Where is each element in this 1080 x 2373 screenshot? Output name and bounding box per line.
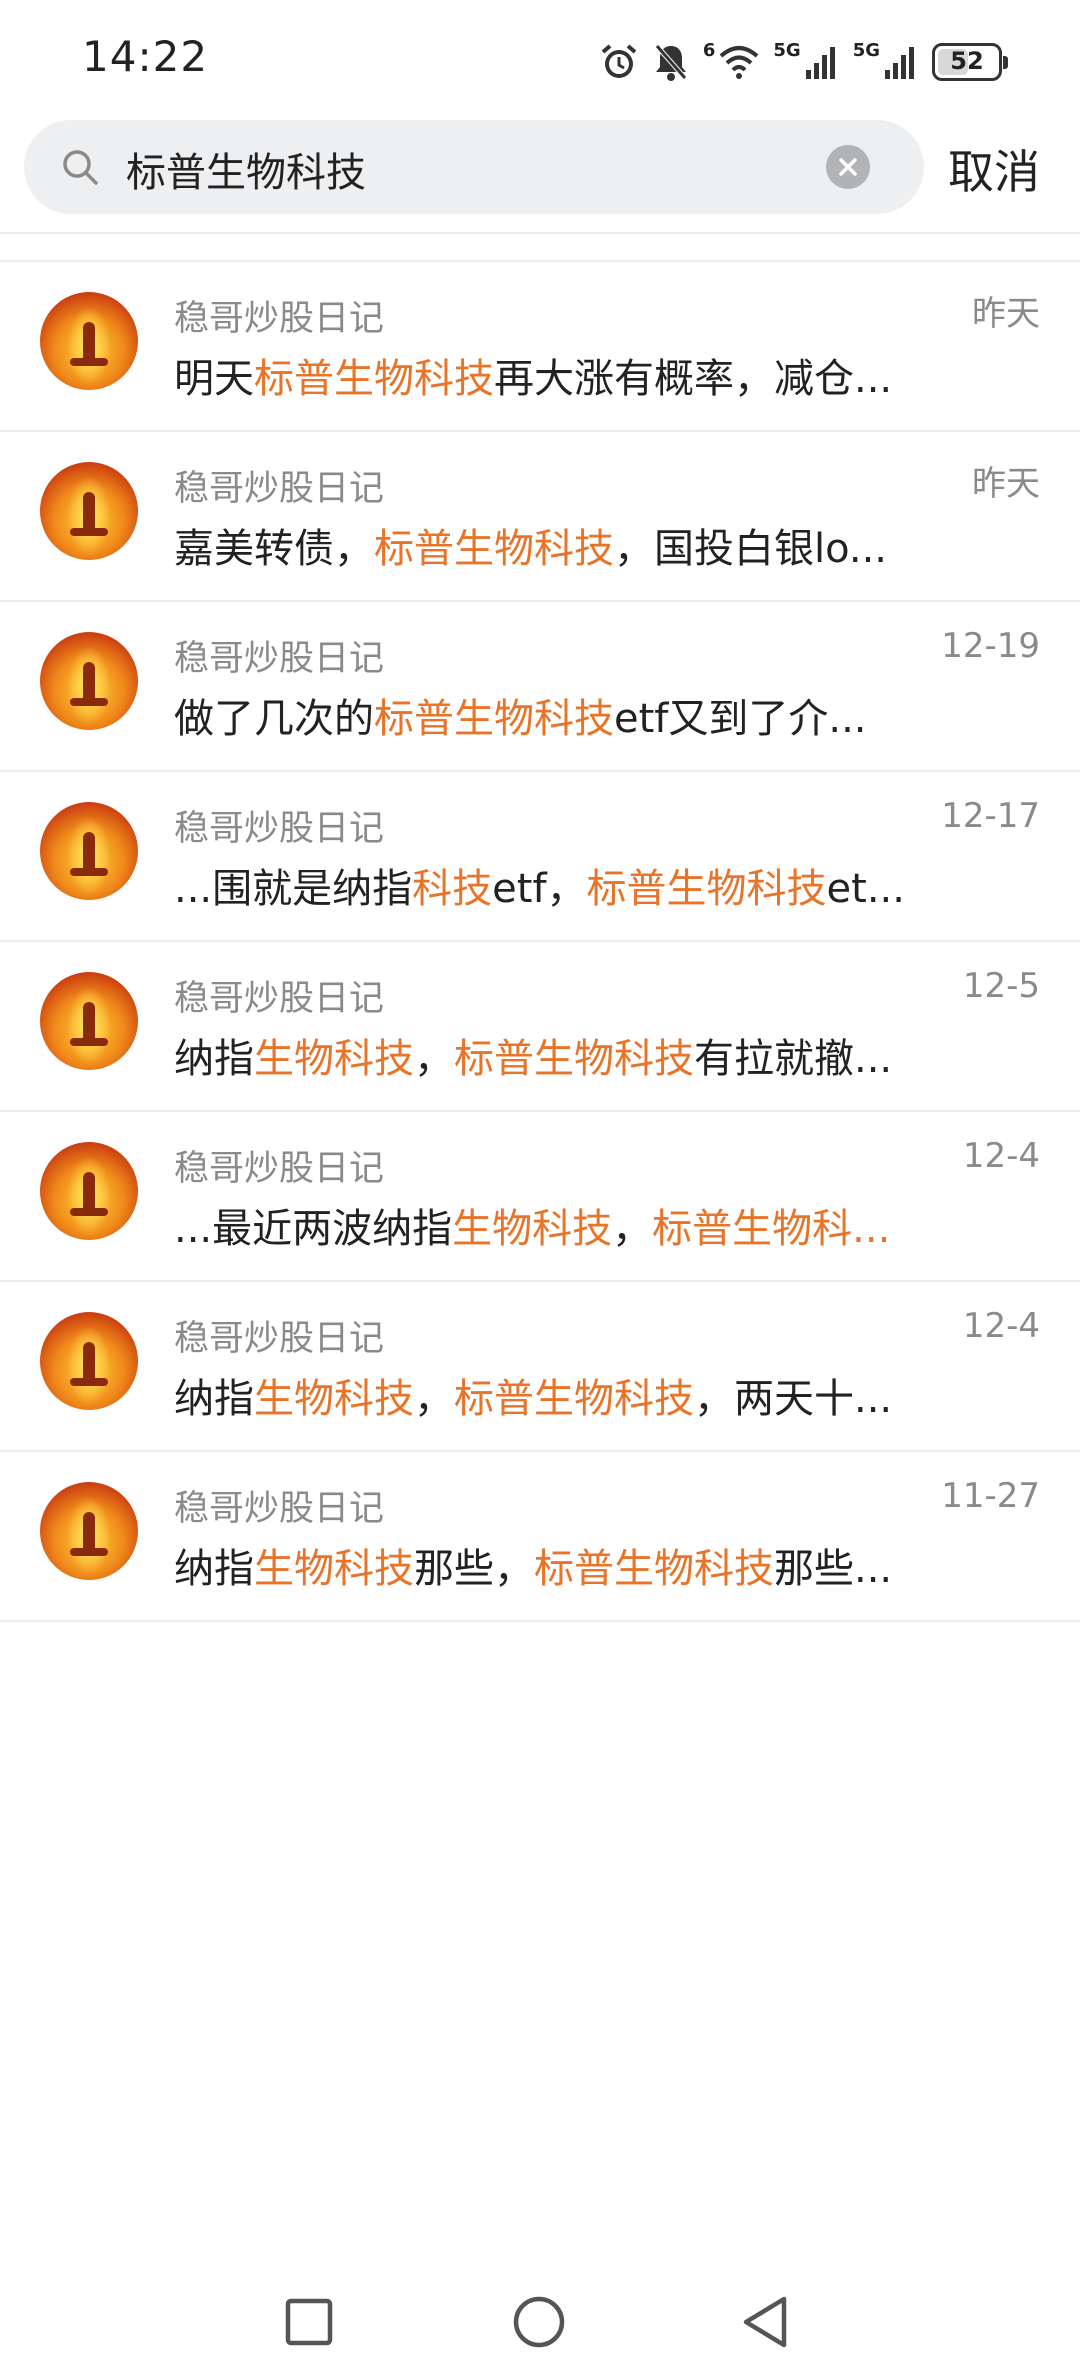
author-name: 稳哥炒股日记 [174,469,385,509]
snippet-text: et... [826,866,905,912]
post-date: 12-5 [962,966,1040,1006]
avatar[interactable] [40,802,138,900]
navigation-bar [0,2253,1080,2373]
home-icon[interactable] [512,2295,566,2353]
post-snippet: ...围就是纳指科技etf，标普生物科技et... [174,856,914,914]
signal-icon [884,44,918,80]
list-item[interactable]: 稳哥炒股日记 12-5 纳指生物科技，标普生物科技有拉就撤... [0,942,1080,1112]
snippet-text: 那些， [414,1546,534,1592]
snippet-text: ...围就是纳指 [174,866,413,912]
author-name: 稳哥炒股日记 [174,1319,385,1359]
avatar[interactable] [40,462,138,560]
back-icon[interactable] [740,2295,790,2353]
post-snippet: 嘉美转债，标普生物科技，国投白银lo... [174,516,914,574]
list-item[interactable]: 稳哥炒股日记 11-27 纳指生物科技那些，标普生物科技那些... [0,1452,1080,1622]
alarm-icon [599,42,639,82]
avatar[interactable] [40,292,138,390]
author-name: 稳哥炒股日记 [174,979,385,1019]
highlight-text: 标普生物科技 [586,866,827,912]
network-label-1: 6 [702,39,716,61]
divider [0,232,1080,234]
highlight-text: 标普生物科技 [374,526,614,572]
snippet-text: 明天 [174,356,254,402]
post-snippet: 纳指生物科技，标普生物科技有拉就撤... [174,1026,914,1084]
author-name: 稳哥炒股日记 [174,299,385,339]
snippet-text: ，国投白银lo... [614,526,888,572]
avatar[interactable] [40,972,138,1070]
signal-icon [805,44,839,80]
highlight-text: 标普生物科技 [454,1376,694,1422]
snippet-text: ...最近两波纳指 [174,1206,453,1252]
list-item[interactable]: 稳哥炒股日记 12-19 做了几次的标普生物科技etf又到了介... [0,602,1080,772]
list-item[interactable]: 稳哥炒股日记 12-4 ...最近两波纳指生物科技，标普生物科... [0,1112,1080,1282]
battery-level: 52 [950,47,984,75]
status-icons: 6 5G 5G 52 [599,38,1008,86]
avatar[interactable] [40,1482,138,1580]
highlight-text: 标普生物科技 [534,1546,774,1592]
snippet-text: 嘉美转债， [174,526,374,572]
clear-icon[interactable] [826,145,870,189]
snippet-text: 再大涨有概率，减仓... [494,356,893,402]
post-snippet: ...最近两波纳指生物科技，标普生物科... [174,1196,914,1254]
results-list: 稳哥炒股日记 昨天 明天标普生物科技再大涨有概率，减仓... 稳哥炒股日记 昨天… [0,262,1080,1622]
author-name: 稳哥炒股日记 [174,1489,385,1529]
highlight-text: 标普生物科技 [374,696,614,742]
list-item[interactable]: 稳哥炒股日记 12-17 ...围就是纳指科技etf，标普生物科技et... [0,772,1080,942]
list-item[interactable]: 稳哥炒股日记 12-4 纳指生物科技，标普生物科技，两天十... [0,1282,1080,1452]
author-name: 稳哥炒股日记 [174,1149,385,1189]
mute-bell-icon [653,42,689,82]
post-date: 11-27 [941,1476,1040,1516]
post-date: 12-19 [941,626,1040,666]
snippet-text: ， [612,1206,653,1252]
highlight-text: 生物科技 [254,1376,414,1422]
snippet-text: 纳指 [174,1376,254,1422]
avatar[interactable] [40,1312,138,1410]
highlight-text: 生物科技 [254,1546,414,1592]
avatar[interactable] [40,1142,138,1240]
snippet-text: ， [414,1376,454,1422]
highlight-text: 标普生物科... [652,1206,891,1252]
search-query[interactable]: 标普生物科技 [126,140,366,198]
post-date: 12-17 [941,796,1040,836]
highlight-text: 生物科技 [452,1206,613,1252]
highlight-text: 科技 [412,866,493,912]
post-date: 12-4 [962,1136,1040,1176]
list-item[interactable]: 稳哥炒股日记 昨天 明天标普生物科技再大涨有概率，减仓... [0,262,1080,432]
snippet-text: 纳指 [174,1546,254,1592]
snippet-text: ， [414,1036,454,1082]
highlight-text: 标普生物科技 [454,1036,694,1082]
post-snippet: 纳指生物科技，标普生物科技，两天十... [174,1366,914,1424]
post-date: 昨天 [972,464,1040,504]
battery-icon: 52 [932,43,1008,81]
snippet-text: 做了几次的 [174,696,374,742]
author-name: 稳哥炒股日记 [174,809,385,849]
snippet-text: 纳指 [174,1036,254,1082]
snippet-text: 那些... [774,1546,893,1592]
search-input[interactable]: 标普生物科技 [24,120,924,214]
avatar[interactable] [40,632,138,730]
status-bar: 14:22 6 5G 5G 52 [0,0,1080,120]
snippet-text: ，两天十... [694,1376,893,1422]
post-snippet: 明天标普生物科技再大涨有概率，减仓... [174,346,914,404]
snippet-text: 有拉就撤... [694,1036,893,1082]
snippet-text: etf， [492,866,587,912]
post-snippet: 纳指生物科技那些，标普生物科技那些... [174,1536,914,1594]
network-label-3: 5G [852,39,880,61]
post-date: 昨天 [972,294,1040,334]
snippet-text: etf又到了介... [614,696,867,742]
list-item[interactable]: 稳哥炒股日记 昨天 嘉美转债，标普生物科技，国投白银lo... [0,432,1080,602]
search-icon [60,147,100,191]
post-snippet: 做了几次的标普生物科技etf又到了介... [174,686,914,744]
post-date: 12-4 [962,1306,1040,1346]
network-label-2: 5G [773,39,801,61]
highlight-text: 标普生物科技 [254,356,494,402]
highlight-text: 生物科技 [254,1036,414,1082]
author-name: 稳哥炒股日记 [174,639,385,679]
cancel-button[interactable]: 取消 [948,136,1040,202]
status-time: 14:22 [82,32,209,81]
recents-icon[interactable] [284,2297,334,2351]
wifi-icon [719,44,759,80]
